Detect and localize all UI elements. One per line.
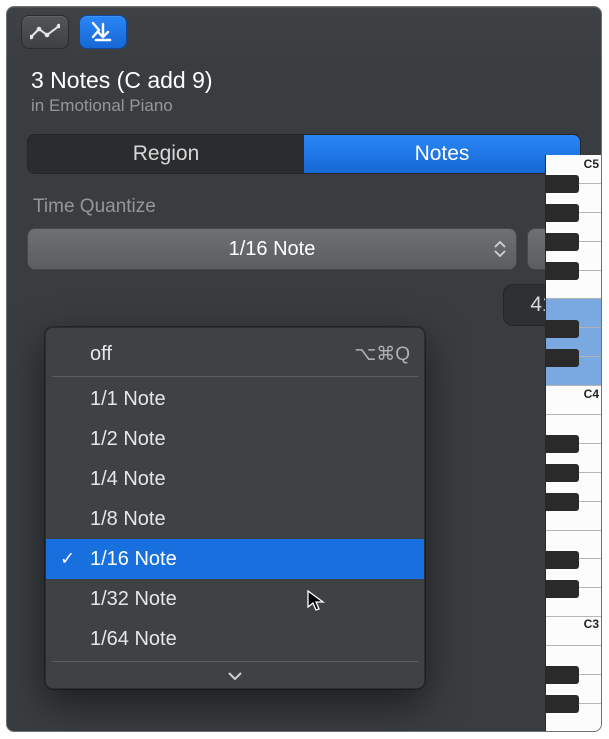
menu-item-1-16[interactable]: ✓ 1/16 Note xyxy=(46,539,424,579)
quantize-menu: off ⌥⌘Q 1/1 Note 1/2 Note 1/4 Note 1/8 N… xyxy=(45,327,425,689)
toolbar xyxy=(7,7,601,53)
automation-curve-icon xyxy=(30,23,60,41)
key-ab2 xyxy=(546,695,579,713)
key-db5 xyxy=(546,175,579,193)
automation-curve-button[interactable] xyxy=(21,15,69,49)
menu-item-1-4[interactable]: 1/4 Note xyxy=(46,459,424,499)
key-ab4 xyxy=(546,233,579,251)
piano-ruler[interactable]: C5 C4 C3 xyxy=(545,155,601,732)
inspector-window: 3 Notes (C add 9) in Emotional Piano Reg… xyxy=(6,6,602,732)
key-gb3 xyxy=(546,493,579,511)
menu-item-label: 1/2 Note xyxy=(90,428,166,451)
quantize-row: 1/16 Note Q xyxy=(27,228,581,270)
strength-row: 41 xyxy=(27,280,581,330)
key-bb2 xyxy=(546,666,579,684)
octave-label-c5: C5 xyxy=(584,157,599,171)
menu-item-shortcut: ⌥⌘Q xyxy=(354,343,410,366)
menu-item-label: off xyxy=(90,343,112,366)
tab-notes[interactable]: Notes xyxy=(304,135,580,173)
menu-separator xyxy=(52,376,418,377)
selection-title: 3 Notes (C add 9) xyxy=(31,67,577,94)
menu-item-1-32[interactable]: 1/32 Note xyxy=(46,579,424,619)
tab-region[interactable]: Region xyxy=(28,135,304,173)
key-eb3 xyxy=(546,551,579,569)
instrument-subtitle: in Emotional Piano xyxy=(31,96,577,116)
menu-item-label: 1/4 Note xyxy=(90,468,166,491)
menu-separator xyxy=(52,661,418,662)
octave-label-c4: C4 xyxy=(584,387,599,401)
menu-item-1-1[interactable]: 1/1 Note xyxy=(46,379,424,419)
midi-in-button[interactable] xyxy=(79,15,127,49)
key-gb4 xyxy=(546,262,579,280)
key-eb4 xyxy=(546,320,579,338)
region-notes-segmented: Region Notes xyxy=(27,134,581,174)
midi-in-icon xyxy=(89,22,117,42)
menu-item-1-64[interactable]: 1/64 Note xyxy=(46,619,424,659)
menu-item-label: 1/16 Note xyxy=(90,548,177,571)
menu-item-label: 1/32 Note xyxy=(90,588,177,611)
key-bb4 xyxy=(546,204,579,222)
stepper-arrows-icon xyxy=(494,241,506,257)
header: 3 Notes (C add 9) in Emotional Piano xyxy=(7,53,601,124)
menu-item-1-8[interactable]: 1/8 Note xyxy=(46,499,424,539)
notes-content: Time Quantize 1/16 Note Q 41 xyxy=(7,174,601,330)
key-ab3 xyxy=(546,464,579,482)
octave-label-c3: C3 xyxy=(584,617,599,631)
check-icon: ✓ xyxy=(60,549,75,570)
menu-item-label: 1/8 Note xyxy=(90,508,166,531)
menu-item-off[interactable]: off ⌥⌘Q xyxy=(46,334,424,374)
quantize-select-value: 1/16 Note xyxy=(229,238,316,261)
menu-item-label: 1/64 Note xyxy=(90,628,177,651)
key-db3 xyxy=(546,580,579,598)
menu-item-label: 1/1 Note xyxy=(90,388,166,411)
key-bb3 xyxy=(546,435,579,453)
chevron-down-icon xyxy=(227,671,243,681)
key-db4 xyxy=(546,349,579,367)
menu-item-1-2[interactable]: 1/2 Note xyxy=(46,419,424,459)
time-quantize-label: Time Quantize xyxy=(33,196,581,218)
quantize-select[interactable]: 1/16 Note xyxy=(27,228,517,270)
menu-scroll-down[interactable] xyxy=(46,664,424,688)
